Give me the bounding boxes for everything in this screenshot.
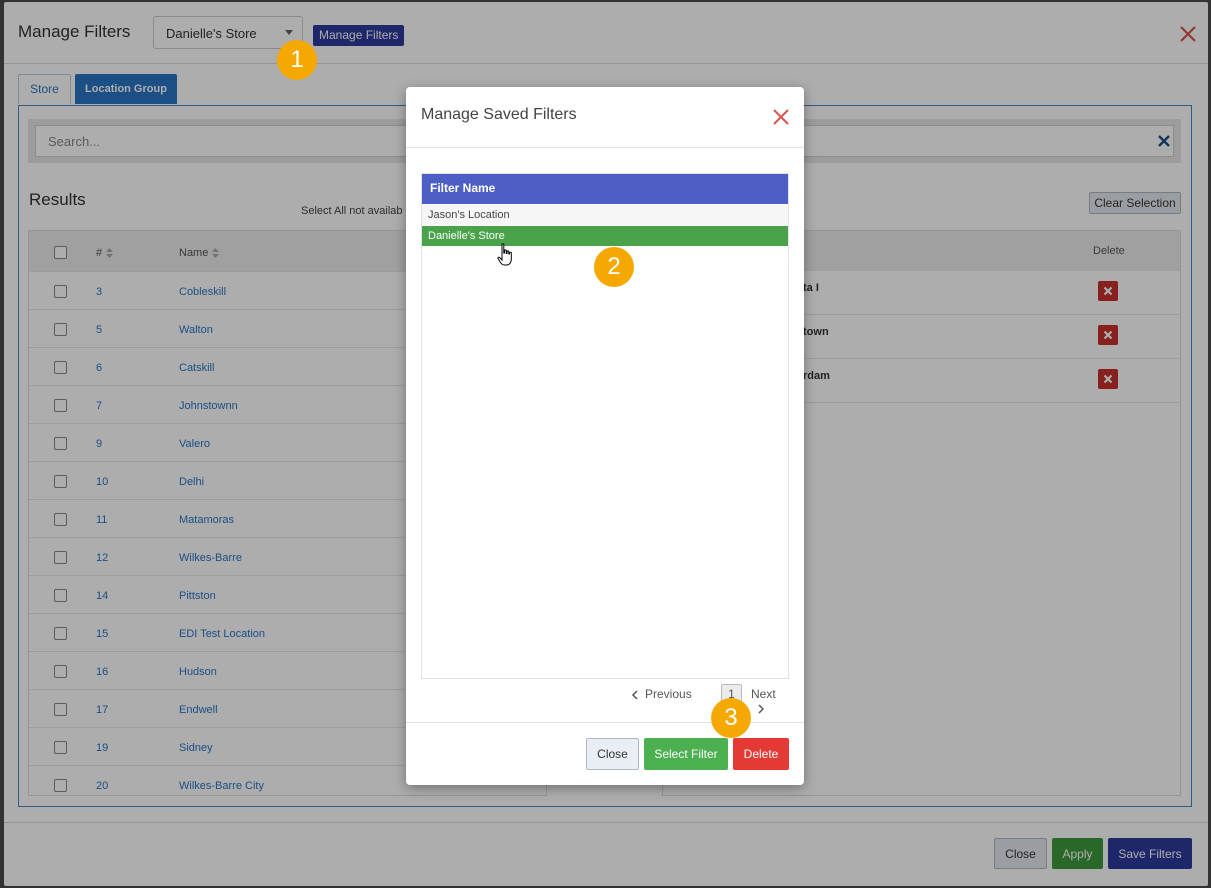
previous-page-link[interactable]: Previous: [631, 687, 692, 701]
delete-filter-button[interactable]: Delete: [733, 738, 789, 770]
filter-row-selected[interactable]: Danielle's Store: [422, 226, 788, 246]
hand-cursor-icon: [497, 243, 512, 266]
next-page-link[interactable]: Next: [751, 687, 789, 715]
next-label: Next: [751, 687, 776, 701]
chevron-left-icon: [631, 690, 638, 700]
step-badge: 1: [277, 40, 317, 80]
select-filter-button[interactable]: Select Filter: [644, 738, 728, 770]
filter-name-header: Filter Name: [422, 174, 788, 204]
manage-saved-filters-dialog: Manage Saved Filters Filter Name Jason's…: [406, 87, 804, 785]
filter-row[interactable]: Jason's Location: [422, 205, 788, 225]
step-badge: 2: [594, 247, 634, 287]
chevron-right-icon: [758, 704, 765, 714]
close-button[interactable]: Close: [586, 738, 639, 770]
dialog-title: Manage Saved Filters: [421, 106, 577, 123]
close-icon[interactable]: [772, 108, 790, 126]
previous-label: Previous: [645, 687, 692, 701]
step-badge: 3: [711, 698, 751, 738]
dialog-header: Manage Saved Filters: [406, 87, 804, 148]
